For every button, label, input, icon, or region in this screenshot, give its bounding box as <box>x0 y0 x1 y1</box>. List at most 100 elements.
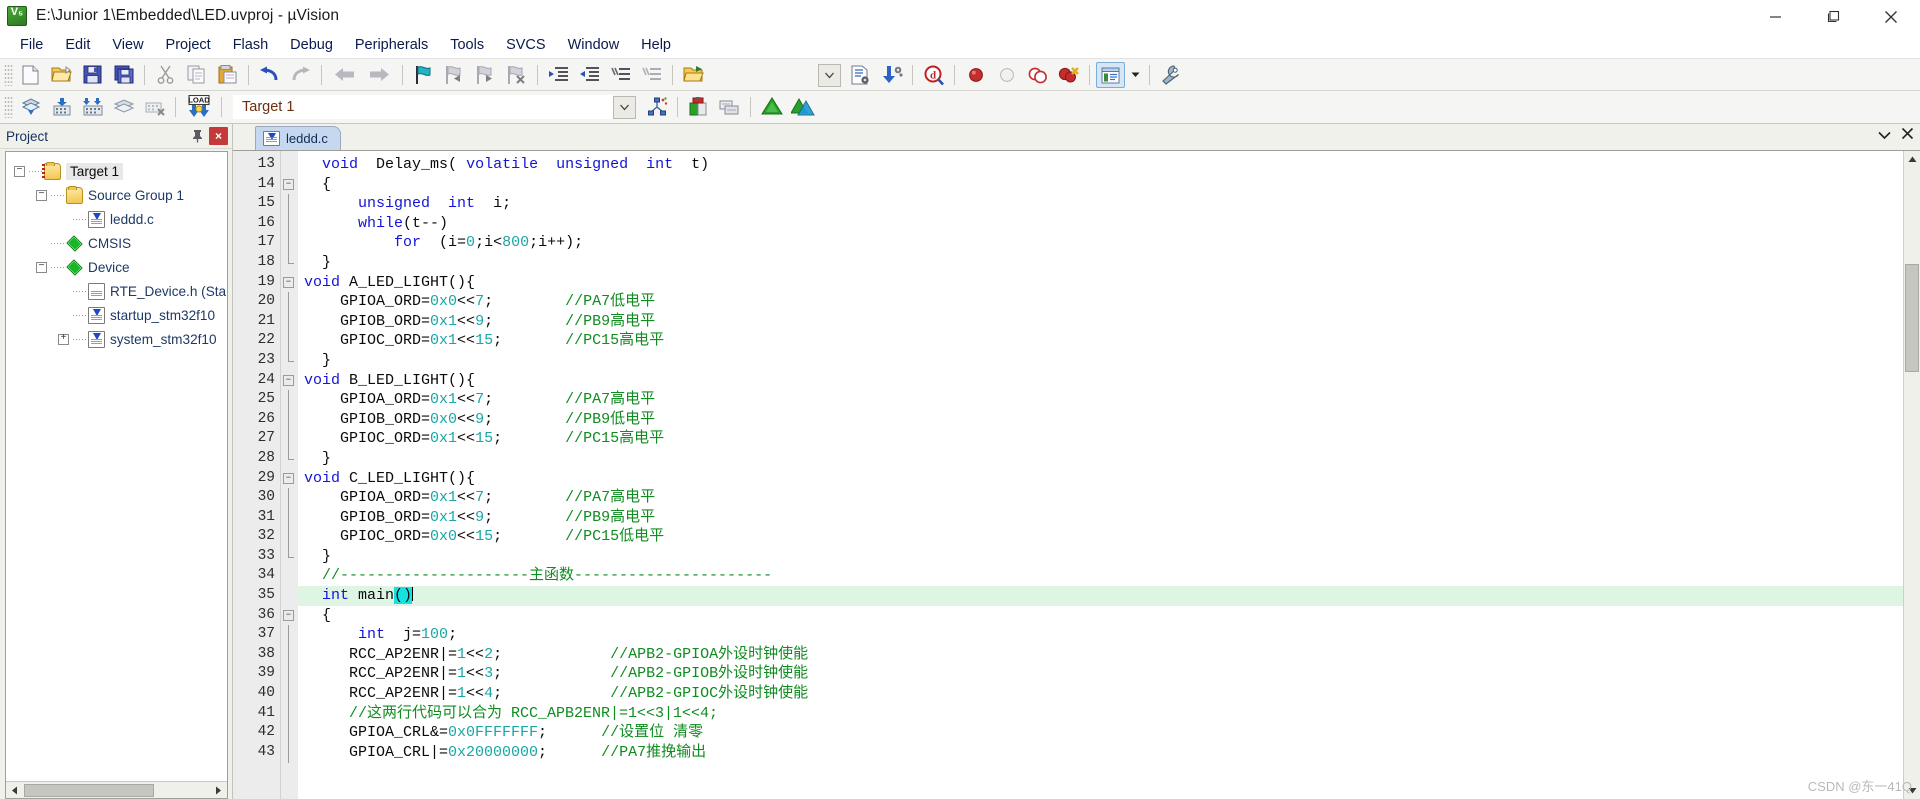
code-line[interactable]: GPIOB_ORD=0x0<<9; //PB9低电平 <box>298 410 1903 430</box>
menu-item-help[interactable]: Help <box>630 34 682 57</box>
dropdown-arrow-icon[interactable] <box>818 63 841 87</box>
tree-item-startup-stm32f10[interactable]: startup_stm32f10 <box>14 303 227 327</box>
vscroll-track[interactable] <box>1904 168 1920 782</box>
scroll-left-icon[interactable] <box>6 782 23 798</box>
translate-icon[interactable] <box>16 94 45 120</box>
menu-item-window[interactable]: Window <box>557 34 631 57</box>
code-line[interactable]: RCC_AP2ENR|=1<<3; //APB2-GPIOB外设时钟使能 <box>298 664 1903 684</box>
save-icon[interactable] <box>78 62 107 88</box>
start-debug-icon[interactable]: d <box>919 62 948 88</box>
tree-item-source-group-1[interactable]: − Source Group 1 <box>14 183 227 207</box>
toolbar-grip[interactable] <box>4 63 13 86</box>
batch-build-icon[interactable] <box>109 94 138 120</box>
menu-item-edit[interactable]: Edit <box>54 34 101 57</box>
code-line[interactable]: GPIOA_CRL|=0x20000000; //PA7推挽输出 <box>298 743 1903 763</box>
manage-runtime-icon[interactable] <box>642 94 671 120</box>
code-line[interactable]: GPIOA_ORD=0x1<<7; //PA7高电平 <box>298 390 1903 410</box>
pack-installer-icon[interactable] <box>757 94 786 120</box>
load-icon[interactable]: LOAD <box>182 94 215 120</box>
menu-item-debug[interactable]: Debug <box>279 34 344 57</box>
code-editor[interactable]: 13 14 15 16 17 18 19 20 21 22 23 24 25 26 27 28 29 30 31 32… <box>233 151 1920 799</box>
tree-toggle-minus-icon[interactable]: − <box>36 261 47 273</box>
minimize-button[interactable] <box>1746 0 1804 33</box>
debug-settings-icon[interactable] <box>877 62 906 88</box>
code-line[interactable]: RCC_AP2ENR|=1<<2; //APB2-GPIOA外设时钟使能 <box>298 645 1903 665</box>
code-line[interactable]: void B_LED_LIGHT(){ <box>298 371 1903 391</box>
menu-item-peripherals[interactable]: Peripherals <box>344 34 439 57</box>
code-line[interactable]: //这两行代码可以合为 RCC_APB2ENR|=1<<3|1<<4; <box>298 704 1903 724</box>
code-line[interactable]: void A_LED_LIGHT(){ <box>298 273 1903 293</box>
uncomment-icon[interactable] <box>637 62 666 88</box>
disable-all-breakpoints-icon[interactable] <box>1023 62 1052 88</box>
manage-project-items-icon[interactable] <box>684 94 713 120</box>
menu-item-view[interactable]: View <box>101 34 154 57</box>
menu-item-tools[interactable]: Tools <box>439 34 495 57</box>
fold-toggle-icon[interactable]: − <box>283 472 294 484</box>
code-line[interactable]: //---------------------主函数--------------… <box>298 566 1903 586</box>
bookmark-toggle-icon[interactable] <box>409 62 438 88</box>
undo-icon[interactable] <box>255 62 284 88</box>
menu-item-svcs[interactable]: SVCS <box>495 34 557 57</box>
open-file-icon[interactable] <box>47 62 76 88</box>
fold-toggle-icon[interactable]: − <box>283 609 294 621</box>
code-line[interactable]: GPIOC_ORD=0x1<<15; //PC15高电平 <box>298 429 1903 449</box>
code-text[interactable]: void Delay_ms( volatile unsigned int t) … <box>298 151 1903 799</box>
project-tree-hscrollbar[interactable] <box>6 781 227 798</box>
code-line[interactable]: for (i=0;i<800;i++); <box>298 233 1903 253</box>
code-line[interactable]: int j=100; <box>298 625 1903 645</box>
bookmark-prev-icon[interactable] <box>440 62 469 88</box>
tree-toggle-minus-icon[interactable]: − <box>36 189 47 201</box>
navigate-back-icon[interactable] <box>328 62 361 88</box>
dropdown-small-icon[interactable] <box>1127 62 1143 88</box>
chevron-down-icon[interactable] <box>1878 128 1891 143</box>
stop-build-icon[interactable] <box>140 94 169 120</box>
project-tree[interactable]: − Target 1 − Source Group 1 leddd.c CMSIS − Dev… <box>5 151 228 799</box>
fold-toggle-icon[interactable]: − <box>283 178 294 190</box>
close-button[interactable] <box>1862 0 1920 33</box>
code-line[interactable]: GPIOC_ORD=0x1<<15; //PC15高电平 <box>298 331 1903 351</box>
close-icon[interactable]: × <box>209 127 228 145</box>
target-select[interactable]: Target 1 <box>233 95 613 119</box>
code-line[interactable]: { <box>298 606 1903 626</box>
disable-breakpoint-icon[interactable] <box>992 62 1021 88</box>
tree-item-target-1[interactable]: − Target 1 <box>14 159 227 183</box>
scroll-right-icon[interactable] <box>210 782 227 798</box>
menu-item-file[interactable]: File <box>9 34 54 57</box>
vscroll-thumb[interactable] <box>1904 264 1919 372</box>
scroll-up-icon[interactable] <box>1904 151 1920 168</box>
configuration-wizard-icon[interactable] <box>846 62 875 88</box>
cut-icon[interactable] <box>151 62 180 88</box>
code-line[interactable]: GPIOA_ORD=0x0<<7; //PA7低电平 <box>298 292 1903 312</box>
bookmark-clear-icon[interactable] <box>502 62 531 88</box>
open-folder-icon[interactable] <box>679 62 708 88</box>
insert-breakpoint-icon[interactable] <box>961 62 990 88</box>
save-all-icon[interactable] <box>109 62 138 88</box>
combo-arrow-icon[interactable] <box>613 95 636 119</box>
tree-item-cmsis[interactable]: CMSIS <box>14 231 227 255</box>
pack-installer-2-icon[interactable] <box>788 94 817 120</box>
code-line[interactable]: GPIOA_ORD=0x1<<7; //PA7高电平 <box>298 488 1903 508</box>
code-line[interactable]: GPIOB_ORD=0x1<<9; //PB9高电平 <box>298 508 1903 528</box>
tree-item-rte-device-h-sta[interactable]: RTE_Device.h (Sta <box>14 279 227 303</box>
code-line[interactable]: unsigned int i; <box>298 194 1903 214</box>
code-line[interactable]: } <box>298 449 1903 469</box>
toolbar-grip[interactable] <box>4 96 13 118</box>
navigate-forward-icon[interactable] <box>363 62 396 88</box>
copy-icon[interactable] <box>182 62 211 88</box>
code-line[interactable]: GPIOB_ORD=0x1<<9; //PB9高电平 <box>298 312 1903 332</box>
code-line[interactable]: RCC_AP2ENR|=1<<4; //APB2-GPIOC外设时钟使能 <box>298 684 1903 704</box>
indent-icon[interactable] <box>544 62 573 88</box>
code-viewport[interactable]: 13 14 15 16 17 18 19 20 21 22 23 24 25 26 27 28 29 30 31 32… <box>233 151 1903 799</box>
code-line[interactable]: void C_LED_LIGHT(){ <box>298 469 1903 489</box>
code-line[interactable]: { <box>298 175 1903 195</box>
code-line[interactable]: GPIOC_ORD=0x0<<15; //PC15低电平 <box>298 527 1903 547</box>
outdent-icon[interactable] <box>575 62 604 88</box>
code-line[interactable]: } <box>298 547 1903 567</box>
comment-icon[interactable] <box>606 62 635 88</box>
kill-all-breakpoints-icon[interactable] <box>1054 62 1083 88</box>
code-line[interactable]: void Delay_ms( volatile unsigned int t) <box>298 155 1903 175</box>
maximize-button[interactable] <box>1804 0 1862 33</box>
redo-icon[interactable] <box>286 62 315 88</box>
tree-item-device[interactable]: − Device <box>14 255 227 279</box>
editor-vscrollbar[interactable] <box>1903 151 1920 799</box>
